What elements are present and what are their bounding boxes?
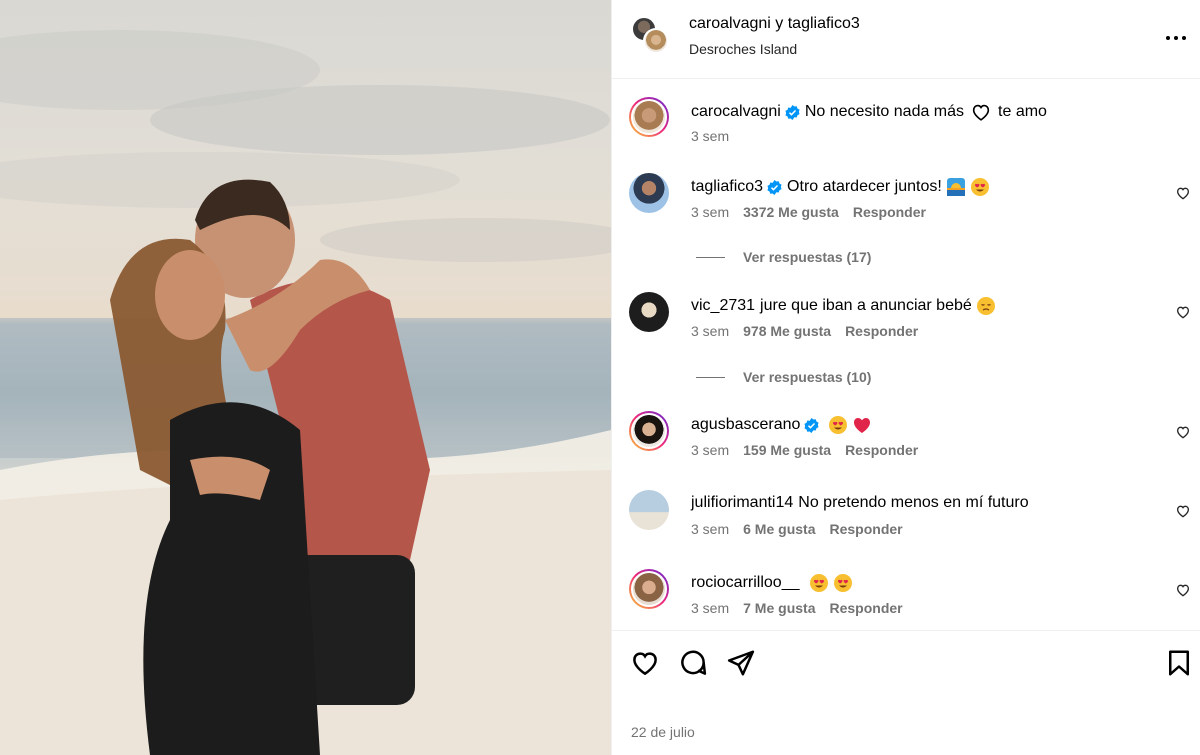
avatar[interactable] (643, 28, 669, 54)
more-icon (1166, 36, 1170, 40)
comment-username[interactable]: rociocarrilloo__ (691, 574, 800, 592)
avatar[interactable] (629, 490, 669, 530)
heart-eyes-emoji-icon (809, 574, 828, 592)
collab-avatars[interactable] (631, 16, 671, 58)
comment-icon[interactable] (678, 648, 708, 678)
author-link[interactable]: tagliafico3 (788, 15, 860, 32)
comment-time[interactable]: 3 sem (691, 204, 729, 220)
avatar[interactable] (629, 411, 669, 451)
comment-text: Otro atardecer juntos! (787, 178, 942, 195)
like-comment-heart-icon[interactable] (1175, 503, 1191, 519)
like-heart-icon[interactable] (630, 648, 660, 678)
red-heart-emoji-icon (854, 418, 871, 433)
reply-button[interactable]: Responder (829, 521, 902, 537)
post-panel: caroalvagni y tagliafico3 Desroches Isla… (611, 0, 1200, 755)
comment-text: jure que iban a anunciar bebé (760, 297, 972, 314)
sad-face-emoji-icon (976, 297, 995, 315)
comment-text: No necesito nada más (804, 103, 965, 120)
like-comment-heart-icon[interactable] (1175, 424, 1191, 440)
sunset-emoji-icon (946, 178, 965, 196)
reply-button[interactable]: Responder (853, 204, 926, 220)
comments-list[interactable]: carocalvagni No necesito nada más te amo… (612, 80, 1200, 630)
reply-button[interactable]: Responder (829, 600, 902, 616)
like-comment-heart-icon[interactable] (1175, 185, 1191, 201)
avatar[interactable] (629, 97, 669, 137)
reply-button[interactable]: Responder (845, 442, 918, 458)
post-photo (0, 0, 611, 755)
comment-time[interactable]: 3 sem (691, 128, 729, 144)
comment-time[interactable]: 3 sem (691, 600, 729, 616)
comment-username[interactable]: julifiorimanti14 (691, 494, 793, 512)
comment-likes[interactable]: 3372 Me gusta (743, 204, 839, 220)
replies-divider (696, 256, 725, 258)
comment-time[interactable]: 3 sem (691, 521, 729, 537)
view-replies-button[interactable]: Ver respuestas (17) (696, 249, 871, 265)
post-header: caroalvagni y tagliafico3 Desroches Isla… (612, 0, 1200, 79)
comment-username[interactable]: vic_2731 (691, 297, 755, 315)
comment-text: No pretendo menos en mí futuro (798, 494, 1029, 511)
comment-time[interactable]: 3 sem (691, 323, 729, 339)
reply-button[interactable]: Responder (845, 323, 918, 339)
author-link[interactable]: caroalvagni (689, 15, 771, 32)
avatar[interactable] (629, 569, 669, 609)
comment-username[interactable]: carocalvagni (691, 103, 781, 121)
verified-badge-icon (804, 417, 819, 433)
avatar[interactable] (629, 292, 669, 332)
post-date[interactable]: 22 de julio (631, 724, 695, 740)
heart-eyes-emoji-icon (829, 416, 848, 434)
author-joiner: y (775, 15, 784, 32)
heart-eyes-emoji-icon (970, 178, 989, 196)
comment-time[interactable]: 3 sem (691, 442, 729, 458)
save-bookmark-icon[interactable] (1164, 648, 1194, 678)
comment-likes[interactable]: 978 Me gusta (743, 323, 831, 339)
comment-username[interactable]: tagliafico3 (691, 178, 763, 196)
comment-text: te amo (998, 103, 1047, 120)
location-link[interactable]: Desroches Island (689, 41, 797, 57)
share-send-icon[interactable] (726, 648, 756, 678)
post-authors: caroalvagni y tagliafico3 (689, 15, 860, 33)
comment-likes[interactable]: 7 Me gusta (743, 600, 815, 616)
white-heart-emoji-icon (972, 104, 990, 121)
replies-divider (696, 376, 725, 378)
heart-eyes-emoji-icon (833, 574, 852, 592)
more-options-button[interactable] (1164, 26, 1188, 50)
view-replies-button[interactable]: Ver respuestas (10) (696, 369, 871, 385)
like-comment-heart-icon[interactable] (1175, 304, 1191, 320)
avatar[interactable] (629, 173, 669, 213)
comment-likes[interactable]: 6 Me gusta (743, 521, 815, 537)
couple-beach-image (0, 30, 611, 755)
verified-badge-icon (767, 179, 782, 195)
comment-likes[interactable]: 159 Me gusta (743, 442, 831, 458)
comment-username[interactable]: agusbascerano (691, 416, 800, 434)
like-comment-heart-icon[interactable] (1175, 582, 1191, 598)
verified-badge-icon (785, 104, 800, 120)
post-actions: 22 de julio (612, 630, 1200, 755)
